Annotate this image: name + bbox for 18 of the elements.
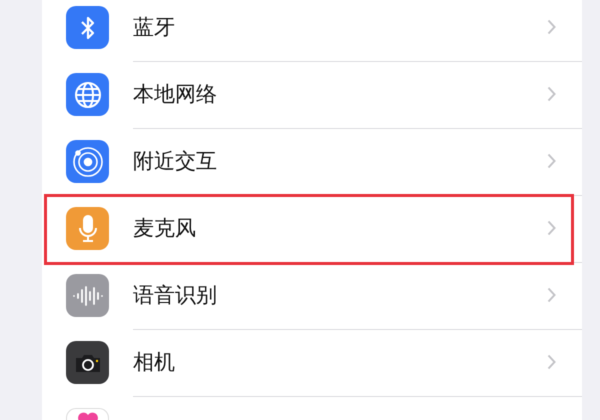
setting-label[interactable]: 本地网络 [133,80,217,108]
microphone-icon [66,207,109,250]
chevron-icon [547,287,556,303]
setting-label[interactable]: 附近交互 [133,147,217,175]
setting-label[interactable]: 相机 [133,348,175,376]
orbit-icon [66,140,109,183]
chevron-icon [547,19,556,35]
setting-label[interactable]: 蓝牙 [133,13,175,41]
chevron-icon [547,153,556,169]
setting-label[interactable]: 麦克风 [133,214,196,242]
chevron-icon [547,220,556,236]
chevron-icon [547,86,556,102]
bluetooth-icon [66,6,109,49]
setting-label[interactable]: 语音识别 [133,281,217,309]
globe-icon [66,73,109,116]
chevron-icon [547,354,556,370]
camera-icon [66,341,109,384]
waveform-icon [66,274,109,317]
